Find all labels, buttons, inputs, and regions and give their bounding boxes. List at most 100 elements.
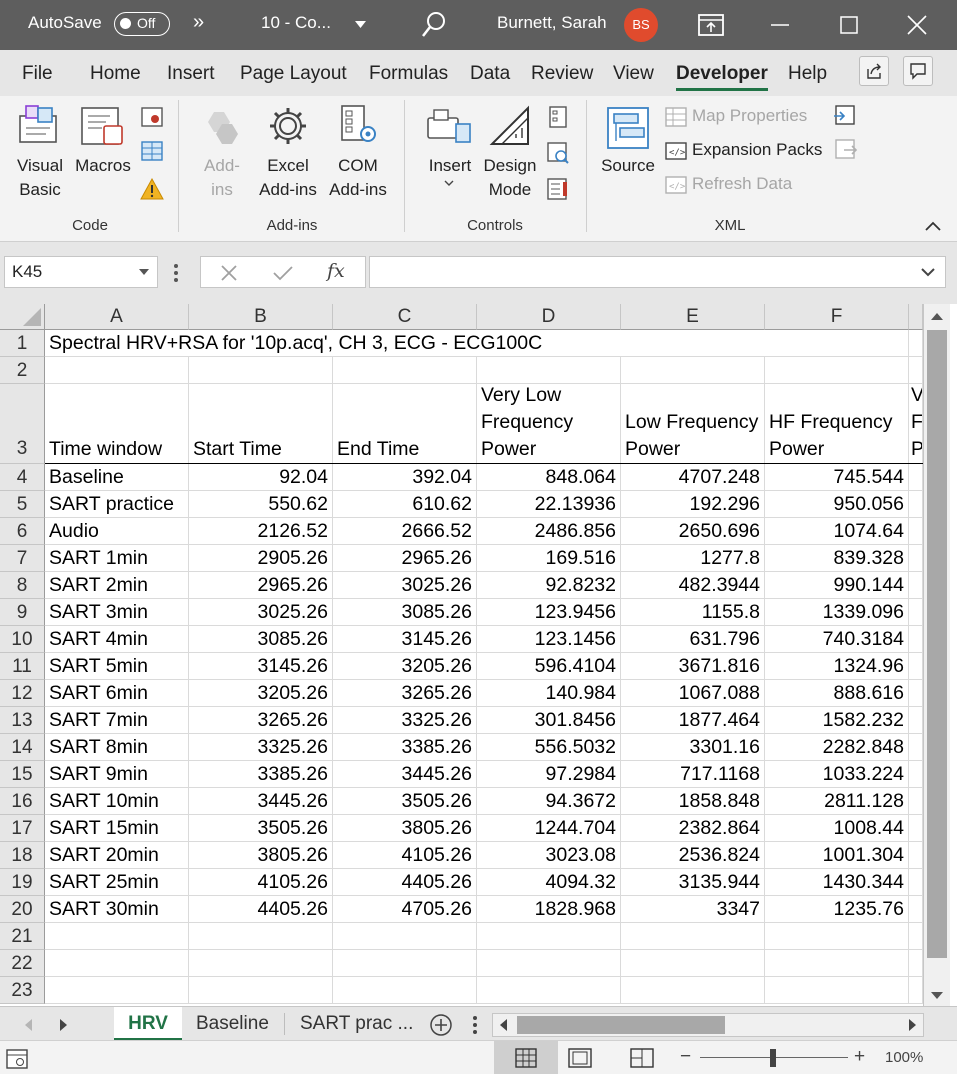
run-dialog-icon[interactable] xyxy=(546,178,570,200)
view-code-icon[interactable] xyxy=(546,142,570,164)
value-cell-d[interactable]: 123.1456 xyxy=(477,626,621,653)
value-cell-c[interactable]: 4405.26 xyxy=(333,869,477,896)
cell-g5[interactable] xyxy=(909,491,923,518)
column-header-a[interactable]: A xyxy=(45,304,189,330)
row-header[interactable]: 6 xyxy=(0,518,45,545)
time-window-cell[interactable]: SART 4min xyxy=(45,626,189,653)
menu-view[interactable]: View xyxy=(613,63,654,85)
cell-g19[interactable] xyxy=(909,869,923,896)
value-cell-d[interactable]: 4094.32 xyxy=(477,869,621,896)
value-cell-e[interactable]: 1155.8 xyxy=(621,599,765,626)
refresh-data-icon[interactable]: </> xyxy=(664,174,688,196)
menu-help[interactable]: Help xyxy=(788,63,827,85)
time-window-cell[interactable]: SART 3min xyxy=(45,599,189,626)
expansion-packs-label[interactable]: Expansion Packs xyxy=(692,138,822,162)
value-cell-c[interactable]: 4705.26 xyxy=(333,896,477,923)
search-icon[interactable] xyxy=(420,10,448,40)
value-cell-c[interactable]: 3025.26 xyxy=(333,572,477,599)
row-header[interactable]: 11 xyxy=(0,653,45,680)
time-window-cell[interactable]: SART practice xyxy=(45,491,189,518)
value-cell-c[interactable]: 3205.26 xyxy=(333,653,477,680)
cell-g23[interactable] xyxy=(909,977,923,1004)
value-cell-f[interactable]: 990.144 xyxy=(765,572,909,599)
value-cell-c[interactable]: 3385.26 xyxy=(333,734,477,761)
menu-formulas[interactable]: Formulas xyxy=(369,63,448,85)
cell-f1[interactable] xyxy=(765,330,909,357)
maximize-button[interactable] xyxy=(826,0,872,50)
value-cell-f[interactable]: 1008.44 xyxy=(765,815,909,842)
cell-g4[interactable] xyxy=(909,464,923,491)
row-header[interactable]: 20 xyxy=(0,896,45,923)
sheet-tab-hrv[interactable]: HRV xyxy=(114,1007,182,1041)
normal-view-button[interactable] xyxy=(494,1041,558,1074)
value-cell-e[interactable]: 1858.848 xyxy=(621,788,765,815)
value-cell-f[interactable]: 1430.344 xyxy=(765,869,909,896)
value-cell-b[interactable]: 550.62 xyxy=(189,491,333,518)
xml-source-icon[interactable] xyxy=(606,106,650,150)
expand-formula-icon[interactable] xyxy=(921,268,935,277)
value-cell-c[interactable]: 610.62 xyxy=(333,491,477,518)
time-window-cell[interactable]: SART 20min xyxy=(45,842,189,869)
cell-g20[interactable] xyxy=(909,896,923,923)
value-cell-b[interactable]: 4405.26 xyxy=(189,896,333,923)
xml-export-icon[interactable] xyxy=(832,138,858,160)
value-cell-b[interactable]: 3265.26 xyxy=(189,707,333,734)
row-header[interactable]: 3 xyxy=(0,384,45,464)
value-cell-b[interactable]: 3145.26 xyxy=(189,653,333,680)
time-window-cell[interactable]: Audio xyxy=(45,518,189,545)
page-layout-view-icon[interactable] xyxy=(568,1048,592,1068)
cell-f2[interactable] xyxy=(765,357,909,384)
menu-home[interactable]: Home xyxy=(90,63,141,85)
hscroll-left-icon[interactable] xyxy=(499,1019,507,1031)
row-header[interactable]: 23 xyxy=(0,977,45,1004)
column-header-f[interactable]: F xyxy=(765,304,909,330)
cell-b21[interactable] xyxy=(189,923,333,950)
menu-developer[interactable]: Developer xyxy=(676,63,768,85)
zoom-level[interactable]: 100% xyxy=(885,1049,923,1066)
row-header[interactable]: 9 xyxy=(0,599,45,626)
scroll-down-icon[interactable] xyxy=(931,992,943,1000)
value-cell-c[interactable]: 3325.26 xyxy=(333,707,477,734)
worksheet-grid[interactable]: A B C D E F 1 2 3 4 5 6 7 8 9 10 11 12 13 14 15 16 17 18 1… xyxy=(0,304,957,1006)
value-cell-c[interactable]: 3265.26 xyxy=(333,680,477,707)
value-cell-e[interactable]: 3347 xyxy=(621,896,765,923)
cell-a23[interactable] xyxy=(45,977,189,1004)
user-name[interactable]: Burnett, Sarah xyxy=(497,13,607,33)
value-cell-f[interactable]: 2282.848 xyxy=(765,734,909,761)
value-cell-d[interactable]: 22.13936 xyxy=(477,491,621,518)
value-cell-d[interactable]: 1244.704 xyxy=(477,815,621,842)
row-header[interactable]: 19 xyxy=(0,869,45,896)
cell-b23[interactable] xyxy=(189,977,333,1004)
value-cell-c[interactable]: 3445.26 xyxy=(333,761,477,788)
value-cell-b[interactable]: 4105.26 xyxy=(189,869,333,896)
row-header[interactable]: 12 xyxy=(0,680,45,707)
design-mode-label-2[interactable]: Mode xyxy=(480,178,540,202)
menu-insert[interactable]: Insert xyxy=(167,63,215,85)
com-add-ins-label-2[interactable]: Add-ins xyxy=(326,178,390,202)
cell-g10[interactable] xyxy=(909,626,923,653)
cell-g13[interactable] xyxy=(909,707,923,734)
value-cell-b[interactable]: 3325.26 xyxy=(189,734,333,761)
value-cell-b[interactable]: 3085.26 xyxy=(189,626,333,653)
value-cell-d[interactable]: 97.2984 xyxy=(477,761,621,788)
column-title-b[interactable]: Start Time xyxy=(189,384,333,464)
value-cell-d[interactable]: 123.9456 xyxy=(477,599,621,626)
row-header[interactable]: 5 xyxy=(0,491,45,518)
cancel-icon[interactable] xyxy=(221,265,237,281)
value-cell-f[interactable]: 888.616 xyxy=(765,680,909,707)
cell-g8[interactable] xyxy=(909,572,923,599)
cell-g17[interactable] xyxy=(909,815,923,842)
row-header[interactable]: 1 xyxy=(0,330,45,357)
value-cell-e[interactable]: 1877.464 xyxy=(621,707,765,734)
cell-b22[interactable] xyxy=(189,950,333,977)
cell-a2[interactable] xyxy=(45,357,189,384)
relative-references-icon[interactable] xyxy=(140,140,164,162)
cell-f23[interactable] xyxy=(765,977,909,1004)
cell-g15[interactable] xyxy=(909,761,923,788)
value-cell-f[interactable]: 1235.76 xyxy=(765,896,909,923)
row-header[interactable]: 4 xyxy=(0,464,45,491)
time-window-cell[interactable]: Baseline xyxy=(45,464,189,491)
cell-a21[interactable] xyxy=(45,923,189,950)
value-cell-d[interactable]: 140.984 xyxy=(477,680,621,707)
cell-c21[interactable] xyxy=(333,923,477,950)
